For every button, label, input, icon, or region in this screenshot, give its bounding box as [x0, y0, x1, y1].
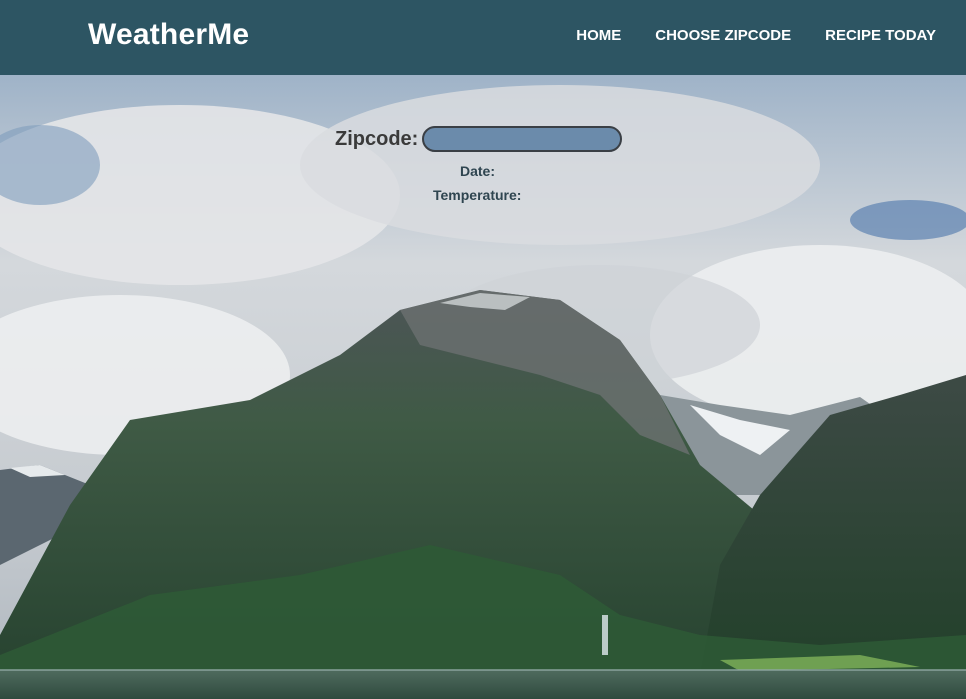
nav-home-link[interactable]: HOME	[576, 27, 621, 44]
zipcode-input[interactable]	[422, 126, 622, 152]
nav-choose-zipcode-link[interactable]: CHOOSE ZIPCODE	[655, 27, 791, 44]
weather-form: Zipcode: Date: Temperature:	[0, 75, 966, 225]
date-line: Date:	[460, 163, 495, 179]
zipcode-label: Zipcode:	[335, 128, 419, 150]
temperature-line: Temperature:	[433, 187, 521, 203]
nav-recipe-today-link[interactable]: RECIPE TODAY	[825, 27, 936, 44]
navbar: WeatherMe HOME CHOOSE ZIPCODE RECIPE TOD…	[0, 0, 966, 75]
temperature-label: Temperature:	[433, 187, 522, 203]
nav-links: HOME CHOOSE ZIPCODE RECIPE TODAY	[576, 27, 936, 44]
brand-logo[interactable]: WeatherMe	[88, 18, 249, 52]
date-label: Date:	[460, 163, 496, 179]
